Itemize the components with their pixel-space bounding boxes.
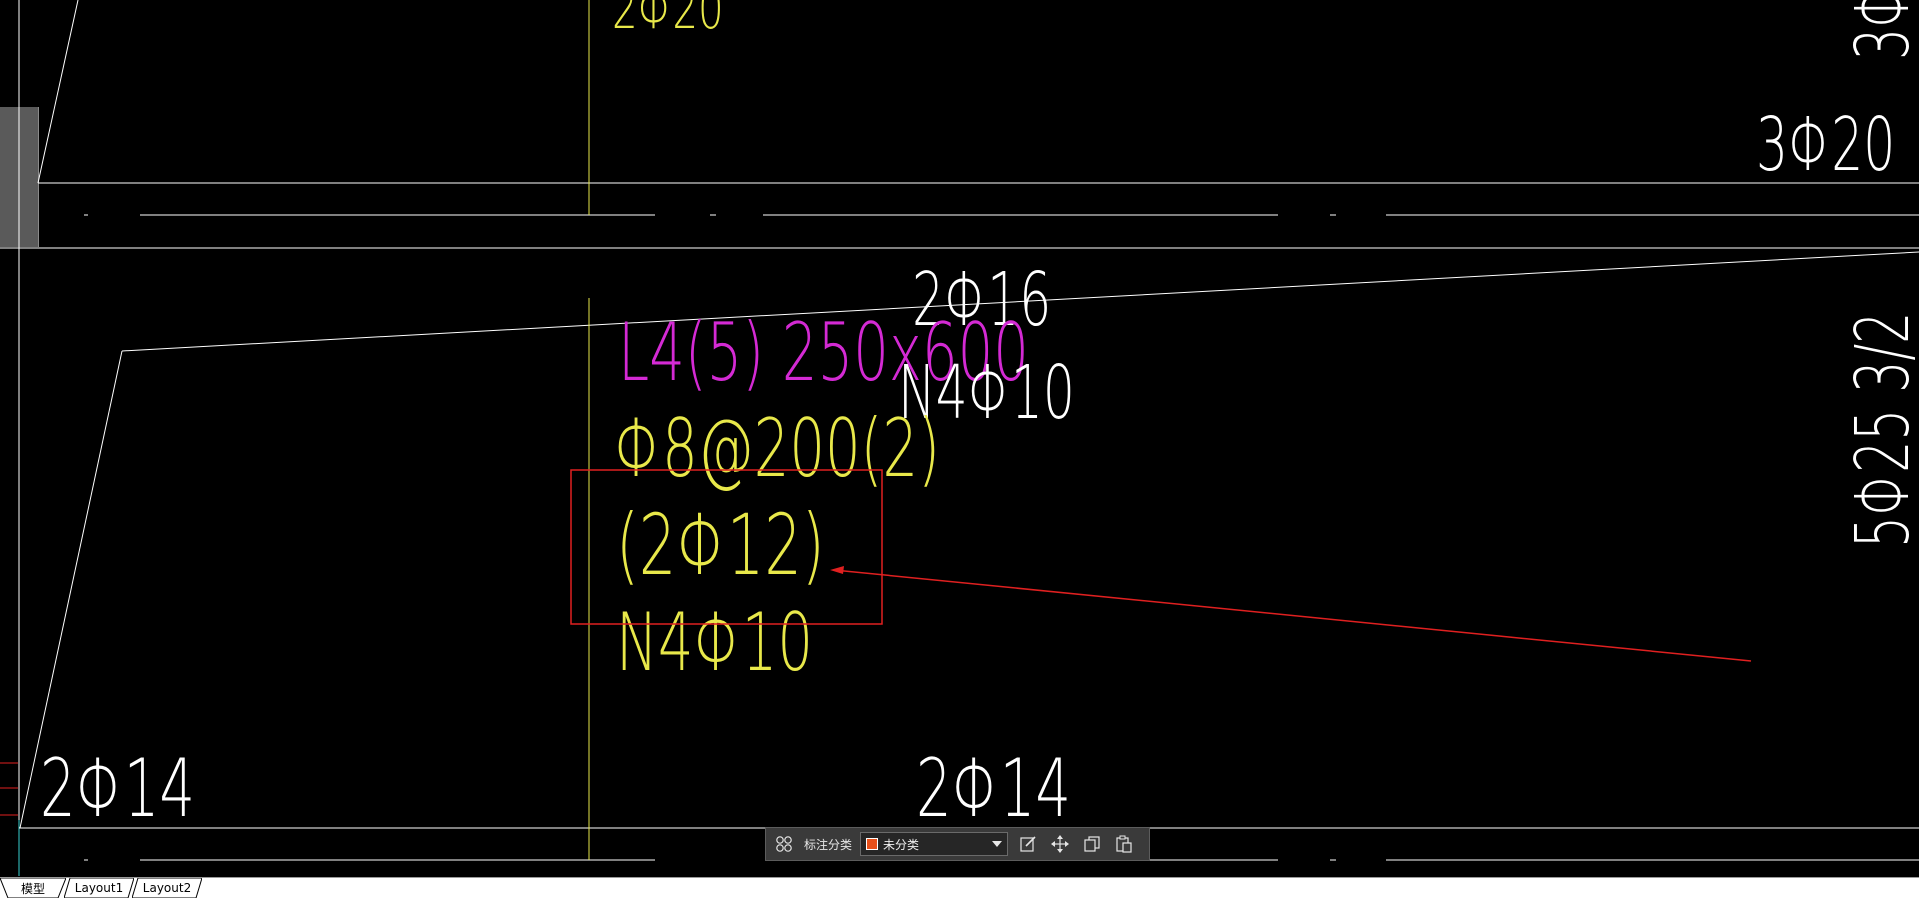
chevron-down-icon bbox=[992, 841, 1003, 847]
move-icon[interactable] bbox=[1048, 832, 1072, 856]
tab-layout2[interactable]: Layout2 bbox=[132, 878, 202, 898]
paste-icon[interactable] bbox=[1112, 832, 1136, 856]
waist-rebar-yellow-label: N4Φ10 bbox=[616, 597, 813, 690]
right-top-rebar-label: 3Φ20 bbox=[1756, 101, 1895, 188]
copy-icon[interactable] bbox=[1080, 832, 1104, 856]
right-top-vertical-label: 3Φ bbox=[1839, 0, 1919, 60]
edit-icon[interactable] bbox=[1016, 832, 1040, 856]
right-vertical-rebar-label: 5Φ25 3/2 bbox=[1839, 312, 1919, 548]
bottom-mid-rebar-label: 2Φ14 bbox=[916, 743, 1071, 836]
top-rebar-label: 2Φ20 bbox=[612, 0, 724, 42]
drawing-canvas[interactable]: 2Φ20 3Φ20 2Φ16 L4(5) 250x600 N4Φ10 Φ8@20… bbox=[0, 0, 1919, 899]
annotation-category-label: 标注分类 bbox=[804, 837, 853, 852]
annotation-toolbar: 标注分类 未分类 bbox=[765, 827, 1150, 861]
red-markup-arrow-line bbox=[833, 569, 1752, 662]
erection-rebar-label: (2Φ12) bbox=[616, 498, 825, 595]
grid-icon[interactable] bbox=[772, 832, 796, 856]
category-color-swatch bbox=[866, 838, 879, 850]
stirrup-label: Φ8@200(2) bbox=[614, 403, 940, 496]
top-diagonal-line bbox=[37, 0, 79, 184]
layout-tab-bar: 模型 Layout1 Layout2 bbox=[0, 877, 1919, 899]
tab-layout2-label: Layout2 bbox=[142, 881, 192, 895]
annotation-category-dropdown[interactable]: 未分类 bbox=[860, 832, 1009, 856]
red-markup-arrowhead bbox=[830, 566, 844, 574]
tab-layout1[interactable]: Layout1 bbox=[64, 878, 134, 898]
tab-model[interactable]: 模型 bbox=[0, 878, 66, 898]
tab-model-label: 模型 bbox=[20, 881, 45, 896]
selected-category-text: 未分类 bbox=[883, 837, 920, 852]
cad-drawing-window: 2Φ20 3Φ20 2Φ16 L4(5) 250x600 N4Φ10 Φ8@20… bbox=[0, 0, 1919, 899]
tab-layout1-label: Layout1 bbox=[74, 881, 124, 895]
bottom-left-rebar-label: 2Φ14 bbox=[40, 743, 195, 836]
